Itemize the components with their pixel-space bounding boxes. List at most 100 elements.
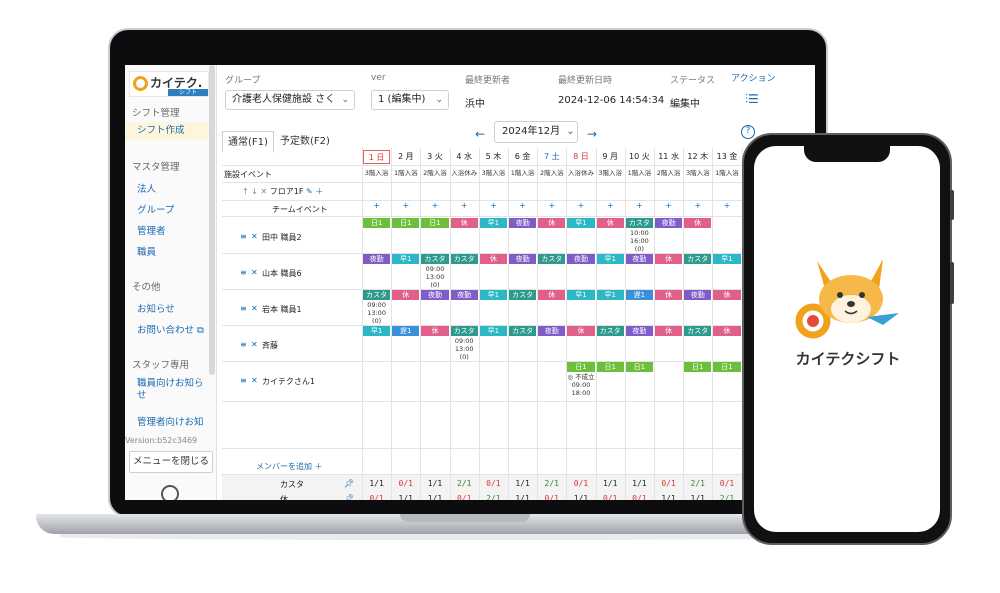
drag-handle-icon[interactable]: ≡ <box>240 268 247 277</box>
shift-cell[interactable]: 夜勤 <box>567 254 595 264</box>
next-month-arrow-icon[interactable]: → <box>587 127 597 141</box>
day-header[interactable]: 1 日 <box>363 150 391 164</box>
shift-cell[interactable]: カスタ <box>450 254 478 264</box>
drag-handle-icon[interactable]: ≡ <box>240 232 247 241</box>
staff-name[interactable]: 岩本 職員1 <box>262 304 302 315</box>
shift-cell[interactable]: カスタ <box>509 326 537 336</box>
shift-cell[interactable]: 夜勤 <box>509 254 537 264</box>
remove-member-icon[interactable]: ✕ <box>251 376 258 385</box>
add-team-event-button[interactable]: + <box>603 201 617 210</box>
drag-handle-icon[interactable]: ≡ <box>240 376 247 385</box>
shift-cell[interactable]: 日1 <box>392 218 420 228</box>
shift-cell[interactable]: 休 <box>421 326 449 336</box>
day-header[interactable]: 11 水 <box>655 150 682 164</box>
day-header[interactable]: 8 日 <box>567 150 594 164</box>
facility-event-cell[interactable]: 入浴休み <box>566 167 595 179</box>
add-team-event-button[interactable]: + <box>632 201 646 210</box>
shift-cell[interactable]: 休 <box>538 218 566 228</box>
add-team-event-button[interactable]: + <box>545 201 559 210</box>
facility-event-cell[interactable]: 1階入浴 <box>391 167 420 179</box>
shift-cell[interactable]: 休 <box>538 290 566 300</box>
day-header[interactable]: 5 木 <box>480 150 507 164</box>
shift-cell[interactable]: 早1 <box>479 218 507 228</box>
app-logo[interactable]: カイテク. シフト <box>129 71 209 97</box>
shift-cell[interactable]: 夜勤 <box>538 326 566 336</box>
month-select[interactable]: 2024年12月 ⌄ <box>494 121 578 143</box>
shift-cell[interactable]: カスタ <box>450 326 478 336</box>
shift-cell[interactable]: 夜勤 <box>450 290 478 300</box>
shift-cell[interactable]: 休 <box>392 290 420 300</box>
sidebar-item-admin[interactable]: 管理者 <box>137 223 166 237</box>
pin-icon[interactable]: 📌︎ <box>344 494 354 500</box>
version-select[interactable]: 1 (編集中) ⌄ <box>371 90 449 110</box>
day-header[interactable]: 10 火 <box>626 150 653 164</box>
facility-event-cell[interactable]: 2階入浴 <box>537 167 566 179</box>
shift-cell[interactable]: 夜勤 <box>625 254 653 264</box>
facility-event-cell[interactable]: 1階入浴 <box>625 167 654 179</box>
shift-cell[interactable]: カスタ <box>363 290 391 300</box>
shift-cell[interactable]: 休 <box>655 290 683 300</box>
shift-cell[interactable]: 休 <box>713 290 741 300</box>
day-header[interactable]: 6 金 <box>509 150 536 164</box>
facility-event-cell[interactable]: 3階入浴 <box>479 167 508 179</box>
sidebar-item-admin-notice[interactable]: 管理者向けお知 <box>137 414 204 428</box>
staff-name[interactable]: 田中 職員2 <box>262 232 302 243</box>
shift-cell[interactable]: 日1 <box>363 218 391 228</box>
day-header[interactable]: 7 土 <box>538 150 565 164</box>
shift-cell[interactable]: 夜勤 <box>625 326 653 336</box>
help-icon[interactable]: ? <box>741 125 755 139</box>
sidebar-item-staff-notice[interactable]: 職員向けお知らせ <box>137 378 205 402</box>
shift-cell[interactable]: 遅1 <box>392 326 420 336</box>
facility-event-cell[interactable]: 入浴休み <box>450 167 479 179</box>
shift-cell[interactable]: 早1 <box>567 290 595 300</box>
facility-event-cell[interactable]: 2階入浴 <box>420 167 449 179</box>
remove-member-icon[interactable]: ✕ <box>251 268 258 277</box>
shift-cell[interactable]: 休 <box>567 326 595 336</box>
shift-cell[interactable]: カスタ <box>509 290 537 300</box>
shift-cell[interactable]: カスタ <box>538 254 566 264</box>
day-header[interactable]: 13 金 <box>713 150 740 164</box>
shift-cell[interactable]: 日1 <box>713 362 741 372</box>
shift-cell[interactable]: 早1 <box>363 326 391 336</box>
shift-cell[interactable]: 休 <box>655 326 683 336</box>
prev-month-arrow-icon[interactable]: ← <box>475 127 485 141</box>
add-team-event-button[interactable]: + <box>662 201 676 210</box>
shift-cell[interactable]: 夜勤 <box>509 218 537 228</box>
sidebar-item-staff[interactable]: 職員 <box>137 244 156 258</box>
shift-cell[interactable]: 夜勤 <box>684 290 712 300</box>
shift-cell[interactable]: 日1 <box>567 362 595 372</box>
shift-cell[interactable]: 早1 <box>479 290 507 300</box>
add-team-event-button[interactable]: + <box>457 201 471 210</box>
add-team-event-button[interactable]: + <box>486 201 500 210</box>
shift-cell[interactable]: 早1 <box>392 254 420 264</box>
group-select[interactable]: 介護老人保健施設 さく ⌄ <box>225 90 355 110</box>
shift-cell[interactable]: 夜勤 <box>421 290 449 300</box>
add-team-event-button[interactable]: + <box>574 201 588 210</box>
shift-cell[interactable]: カスタ <box>596 326 624 336</box>
floor-arrows-icon[interactable]: ↑ ↓ ✕ <box>242 187 270 196</box>
shift-cell[interactable]: 休 <box>450 218 478 228</box>
sidebar-scrollbar[interactable] <box>209 65 215 375</box>
add-team-event-button[interactable]: + <box>720 201 734 210</box>
sidebar-item-corp[interactable]: 法人 <box>137 181 156 195</box>
remove-member-icon[interactable]: ✕ <box>251 340 258 349</box>
shift-cell[interactable]: 早1 <box>596 290 624 300</box>
shift-cell[interactable]: 夜勤 <box>363 254 391 264</box>
close-menu-button[interactable]: メニューを閉じる <box>129 451 213 473</box>
add-member-button[interactable]: メンバーを追加 ＋ <box>256 461 323 472</box>
shift-cell[interactable]: 休 <box>684 218 712 228</box>
sliders-icon[interactable]: ⫶☰ <box>745 92 759 107</box>
remove-member-icon[interactable]: ✕ <box>251 304 258 313</box>
shift-cell[interactable]: 遅1 <box>625 290 653 300</box>
staff-name[interactable]: 斉藤 <box>262 340 278 351</box>
day-header[interactable]: 9 月 <box>597 150 624 164</box>
sidebar-item-group[interactable]: グループ <box>137 202 174 216</box>
sidebar-item-shift-create[interactable]: シフト作成 <box>125 122 215 140</box>
facility-event-cell[interactable]: 3階入浴 <box>683 167 712 179</box>
add-team-event-button[interactable]: + <box>370 201 384 210</box>
day-header[interactable]: 3 火 <box>421 150 448 164</box>
facility-event-cell[interactable]: 3階入浴 <box>596 167 625 179</box>
drag-handle-icon[interactable]: ≡ <box>240 340 247 349</box>
facility-event-cell[interactable]: 3階入浴 <box>362 167 391 179</box>
shift-cell[interactable]: 日1 <box>625 362 653 372</box>
